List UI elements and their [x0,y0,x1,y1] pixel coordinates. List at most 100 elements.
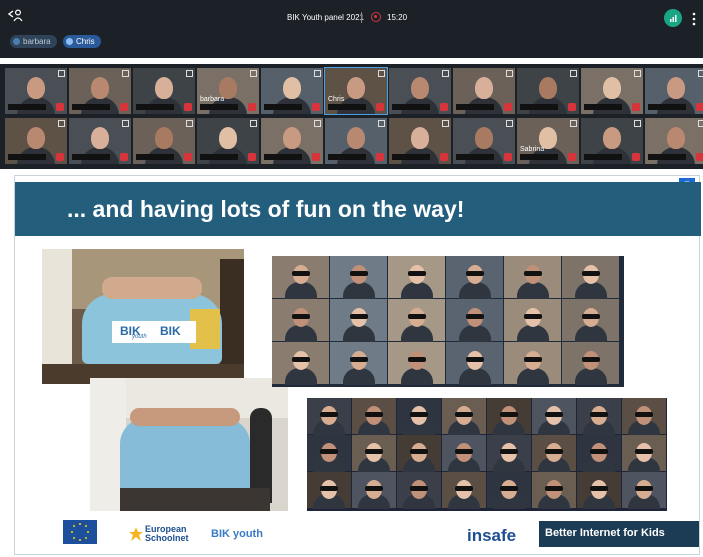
participant-video-tile[interactable] [197,118,259,164]
collage-video-cell [532,398,576,435]
sunglasses-icon [465,357,484,363]
collage-body [342,282,375,299]
participant-face [539,77,557,99]
more-options-icon[interactable] [692,12,696,26]
sunglasses-icon [635,448,653,454]
name-redaction-bar [328,104,366,110]
participant-face [283,127,301,149]
collage-video-cell [272,256,329,299]
group-photo-banner: BIK BIK youth [42,249,244,384]
expand-icon[interactable] [58,70,65,77]
participant-video-tile[interactable] [5,118,67,164]
expand-icon[interactable] [570,70,577,77]
participant-video-tile[interactable] [69,68,131,114]
participant-face [667,127,685,149]
video-call-collage-masks [307,398,667,511]
slide-title: ... and having lots of fun on the way! [67,196,465,222]
collage-body [284,325,317,342]
collage-video-cell [272,342,329,385]
participant-video-tile[interactable] [645,68,703,114]
sunglasses-icon [410,411,428,417]
participant-video-tile[interactable] [517,68,579,114]
expand-icon[interactable] [250,120,257,127]
participant-chip-chris[interactable]: Chris [63,35,101,48]
signal-strength-icon[interactable] [664,9,682,27]
expand-icon[interactable] [506,70,513,77]
european-schoolnet-star-icon [128,526,144,542]
participant-face [27,127,45,149]
name-redaction-bar [328,154,366,160]
participant-video-tile[interactable] [261,68,323,114]
participant-video-tile[interactable]: barbara [197,68,259,114]
sunglasses-icon [455,411,473,417]
sunglasses-icon [500,485,518,491]
expand-icon[interactable] [634,120,641,127]
participant-video-tile[interactable] [453,68,515,114]
insafe-logo: insafe [467,526,517,545]
name-redaction-bar [264,104,302,110]
sunglasses-icon [465,314,484,320]
expand-icon[interactable] [698,120,703,127]
muted-mic-icon [184,153,192,161]
sunglasses-icon [407,357,426,363]
collage-video-cell [442,472,486,509]
collage-video-cell [397,435,441,472]
collage-video-cell [622,398,666,435]
participant-chip-barbara[interactable]: barbara [10,35,57,48]
muted-mic-icon [120,153,128,161]
expand-icon[interactable] [122,120,129,127]
collage-body [284,282,317,299]
participant-video-tile[interactable] [389,118,451,164]
expand-icon[interactable] [506,120,513,127]
name-redaction-bar [456,154,494,160]
participant-video-tile[interactable] [325,118,387,164]
muted-mic-icon [312,103,320,111]
participant-face [219,127,237,149]
participant-face [155,77,173,99]
expand-icon[interactable] [698,70,703,77]
expand-icon[interactable] [186,120,193,127]
muted-mic-icon [56,153,64,161]
expand-icon[interactable] [634,70,641,77]
participant-video-tile[interactable] [133,118,195,164]
participant-video-tile[interactable] [261,118,323,164]
collage-video-cell [388,256,445,299]
sunglasses-icon [465,271,484,277]
slide-title-bar: ... and having lots of fun on the way! [15,182,701,236]
participant-video-tile[interactable] [453,118,515,164]
sunglasses-icon [365,448,383,454]
expand-icon[interactable] [250,70,257,77]
name-redaction-bar [520,104,558,110]
expand-icon[interactable] [442,70,449,77]
muted-mic-icon [568,153,576,161]
expand-icon[interactable] [314,120,321,127]
participant-face [27,77,45,99]
expand-icon[interactable] [186,70,193,77]
sunglasses-icon [320,485,338,491]
expand-icon[interactable] [58,120,65,127]
participant-video-tile[interactable] [5,68,67,114]
expand-icon[interactable] [442,120,449,127]
participant-video-tile[interactable]: Chris [324,67,388,115]
sunglasses-icon [365,411,383,417]
expand-icon[interactable] [314,70,321,77]
expand-icon[interactable] [378,70,385,77]
expand-icon[interactable] [378,120,385,127]
participant-video-tile[interactable] [389,68,451,114]
participant-video-tile[interactable] [133,68,195,114]
sunglasses-icon [500,411,518,417]
participant-video-tile[interactable] [581,118,643,164]
expand-icon[interactable] [570,120,577,127]
back-participants-icon[interactable] [7,8,24,22]
participant-video-tile[interactable] [69,118,131,164]
sunglasses-icon [523,357,542,363]
collage-body [574,325,607,342]
sunglasses-icon [581,314,600,320]
participant-video-tile[interactable] [581,68,643,114]
expand-icon[interactable] [122,70,129,77]
collage-body [342,325,375,342]
participant-video-tile[interactable]: Sabrina [517,118,579,164]
sunglasses-icon [407,271,426,277]
shared-slide: – ... and having lots of fun on the way!… [14,175,701,555]
participant-video-tile[interactable] [645,118,703,164]
